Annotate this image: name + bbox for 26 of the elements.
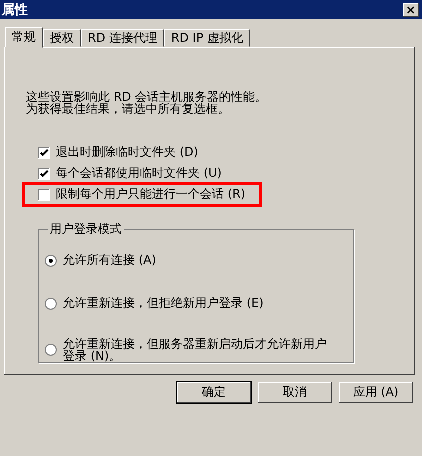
dialog-button[interactable]: 确定 [177, 382, 251, 403]
group-title: 用户登录模式 [49, 221, 123, 238]
checkbox[interactable] [38, 146, 50, 158]
tab[interactable]: 授权 [43, 29, 81, 47]
checkbox-label: 每个会话都使用临时文件夹 (U) [56, 165, 222, 182]
radio-button[interactable] [45, 344, 57, 356]
checkbox-label: 限制每个用户只能进行一个会话 (R) [56, 186, 246, 203]
radio-label: 允许重新连接，但服务器重新启动后才允许新用户登录 (N)。 [63, 338, 328, 362]
radio-button[interactable] [45, 298, 57, 310]
description-text: 为获得最佳结果，请选中所有复选框。 [26, 103, 230, 115]
checkbox-label: 退出时删除临时文件夹 (D) [56, 144, 198, 161]
radio-label: 允许所有连接 (A) [63, 252, 156, 269]
radio-label: 允许重新连接，但拒绝新用户登录 (E) [63, 295, 264, 312]
tab[interactable]: 常规 [5, 27, 43, 48]
checkbox[interactable] [38, 168, 50, 180]
dialog-button[interactable]: 取消 [258, 382, 332, 403]
dialog-button[interactable]: 应用 (A) [339, 382, 413, 403]
checkbox[interactable] [38, 188, 50, 200]
tab[interactable]: RD IP 虚拟化 [164, 29, 250, 47]
tab[interactable]: RD 连接代理 [81, 29, 164, 47]
close-button[interactable]: × [403, 2, 419, 16]
check-icon [40, 148, 48, 156]
window-title: 属性 [2, 2, 28, 18]
description-text: 这些设置影响此 RD 会话主机服务器的性能。 [26, 91, 268, 103]
radio-button[interactable] [45, 254, 57, 266]
check-icon [40, 170, 48, 178]
